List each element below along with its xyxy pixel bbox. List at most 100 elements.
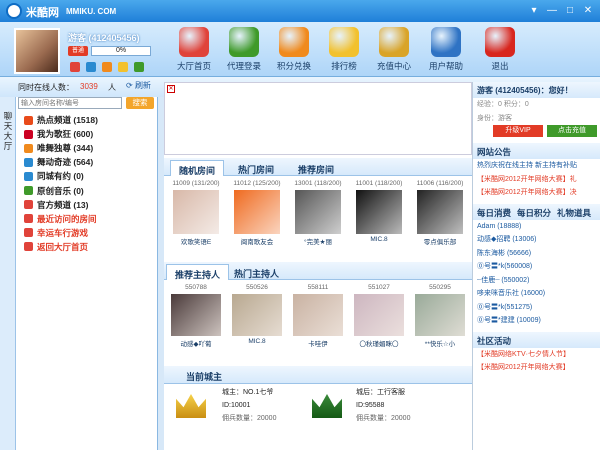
host-photo[interactable] xyxy=(415,294,465,336)
tab-recommended-rooms[interactable]: 推荐房间 xyxy=(290,160,342,176)
channel-item[interactable]: 热点频道 (1518) xyxy=(24,113,154,127)
channel-label: 返回大厅首页 xyxy=(37,241,89,252)
list-item[interactable]: Adam (18888) xyxy=(473,220,600,234)
host-card[interactable]: 558111 卡哇伊 xyxy=(290,284,346,348)
nav-button-6[interactable]: 退出 xyxy=(474,27,526,75)
room-thumbnail[interactable] xyxy=(417,190,463,234)
room-card[interactable]: 11012 (125/200) 闽南歌友会 xyxy=(229,180,285,246)
nav-button-2[interactable]: 积分兑换 xyxy=(268,27,320,75)
channel-item[interactable]: 原创音乐 (0) xyxy=(24,183,154,197)
channel-label: 最近访问的房间 xyxy=(37,213,97,224)
nav-button-1[interactable]: 代理登录 xyxy=(218,27,270,75)
room-thumbnail[interactable] xyxy=(173,190,219,234)
room-search-input[interactable] xyxy=(18,97,122,109)
tab-hot-hosts[interactable]: 热门主持人 xyxy=(226,264,287,280)
upgrade-vip-button[interactable]: 升级VIP xyxy=(493,125,543,137)
host-name[interactable]: **快乐☆小 xyxy=(412,338,468,348)
channel-panel: 聊天大厅 搜索 热点频道 (1518) 我为歌狂 (600) 唯舞独尊 (344) 舞… xyxy=(0,97,158,450)
room-name[interactable]: 欢歌笑语E xyxy=(168,236,224,246)
channel-item[interactable]: 我为歌狂 (600) xyxy=(24,127,154,141)
channel-item[interactable]: 返回大厅首页 xyxy=(24,240,154,254)
host-name[interactable]: 卡哇伊 xyxy=(290,338,346,348)
power-icon xyxy=(485,27,515,57)
gift-small-icon[interactable] xyxy=(134,62,144,72)
host-photo[interactable] xyxy=(171,294,221,336)
home-small-icon[interactable] xyxy=(70,62,80,72)
tab-daily-points[interactable]: 每日积分 xyxy=(517,207,551,218)
notice-list: 热烈庆祝在线主持 新主持有补贴 【米酷网2012开年网络大赛】礼 【米酷网2012开… xyxy=(473,159,600,200)
queen-crown-icon xyxy=(312,394,342,418)
recharge-button[interactable]: 点击充值 xyxy=(547,125,597,137)
maximize-icon[interactable]: □ xyxy=(562,3,578,18)
room-card[interactable]: 13001 (118/200) °完美★丽 xyxy=(290,180,346,246)
channel-item[interactable]: 幸运车行游戏 xyxy=(24,226,154,240)
list-item[interactable]: 【米酷网络KTV·七夕情人节】 xyxy=(473,348,600,362)
host-card[interactable]: 551027 〇秋瑾媚眯〇 xyxy=(351,284,407,348)
list-item[interactable]: ┈佳鹿┈ (550002) xyxy=(473,274,600,288)
host-name[interactable]: 〇秋瑾媚眯〇 xyxy=(351,338,407,348)
list-item[interactable]: 动感◆招聘 (13006) xyxy=(473,233,600,247)
tab-hot-rooms[interactable]: 热门房间 xyxy=(230,160,282,176)
ranking-tabs: 每日消费 每日积分 礼物道具 xyxy=(473,203,600,220)
progress-text: 0% xyxy=(115,47,127,54)
host-photo[interactable] xyxy=(354,294,404,336)
tab-gift-props[interactable]: 礼物道具 xyxy=(557,207,591,218)
tab-recommended-hosts[interactable]: 推荐主持人 xyxy=(166,264,230,280)
nav-button-3[interactable]: 排行榜 xyxy=(318,27,370,75)
host-photo[interactable] xyxy=(293,294,343,336)
room-thumbnail[interactable] xyxy=(356,190,402,234)
host-name[interactable]: MIC.8 xyxy=(229,338,285,345)
room-card[interactable]: 11001 (118/200) MIC.8 xyxy=(351,180,407,246)
room-name[interactable]: 闽南歌友会 xyxy=(229,236,285,246)
list-item[interactable]: ⓪号〓*建建 (10009) xyxy=(473,314,600,328)
refresh-button[interactable]: ⟳ 刷新 xyxy=(126,80,154,92)
room-card[interactable]: 11006 (116/200) 零点俱乐部 xyxy=(412,180,468,246)
side-tab-chat-hall[interactable]: 聊天大厅 xyxy=(0,97,16,450)
coin-small-icon[interactable] xyxy=(118,62,128,72)
bag-small-icon[interactable] xyxy=(102,62,112,72)
nav-button-0[interactable]: 大厅首页 xyxy=(168,27,220,75)
host-card[interactable]: 550788 动感◆吖葡 xyxy=(168,284,224,348)
room-name[interactable]: °完美★丽 xyxy=(290,236,346,246)
close-icon[interactable]: ✕ xyxy=(580,3,596,18)
nav-label: 大厅首页 xyxy=(176,61,211,71)
community-list: 【米酷网络KTV·七夕情人节】 【米酷网2012开年网络大赛】 xyxy=(473,348,600,375)
tab-random-rooms[interactable]: 随机房间 xyxy=(170,160,225,176)
room-name[interactable]: MIC.8 xyxy=(351,236,407,243)
room-thumbnail[interactable] xyxy=(295,190,341,234)
channel-item[interactable]: 最近访问的房间 xyxy=(24,212,154,226)
music-icon xyxy=(24,129,33,139)
host-name[interactable]: 动感◆吖葡 xyxy=(168,338,224,348)
list-item[interactable]: 【米酷网2012开年网络大赛】礼 xyxy=(473,173,600,187)
queen-id: ID:95588 xyxy=(356,402,385,409)
channel-item[interactable]: 唯舞独尊 (344) xyxy=(24,141,154,155)
community-title: 社区活动 xyxy=(477,335,512,346)
header-toolbar: 游客 (412405456) 普通 0% 大厅首页 代理登录 积分兑换 排行榜 充值中心… xyxy=(0,22,600,77)
channel-item[interactable]: 舞动奇迹 (564) xyxy=(24,155,154,169)
list-item[interactable]: 【米酷网2012开年网络大赛】 xyxy=(473,361,600,375)
channel-item[interactable]: 官方频道 (13) xyxy=(24,198,154,212)
room-thumbnail[interactable] xyxy=(234,190,280,234)
host-card[interactable]: 550295 **快乐☆小 xyxy=(412,284,468,348)
list-item[interactable]: ⓪号〓*k(551275) xyxy=(473,301,600,315)
list-item[interactable]: 热烈庆祝在线主持 新主持有补贴 xyxy=(473,159,600,173)
list-item[interactable]: 陈东海彬 (56666) xyxy=(473,247,600,261)
channel-item[interactable]: 同城有约 (0) xyxy=(24,169,154,183)
list-item[interactable]: ⓪号〓*k(560008) xyxy=(473,260,600,274)
list-item[interactable]: 【米酷网2012开年网络大赛】决 xyxy=(473,186,600,200)
room-name[interactable]: 零点俱乐部 xyxy=(412,236,468,246)
minimize-icon[interactable]: — xyxy=(544,3,560,18)
list-item[interactable]: 哆来咪音乐社 (16000) xyxy=(473,287,600,301)
host-card[interactable]: 550526 MIC.8 xyxy=(229,284,285,348)
settings-small-icon[interactable] xyxy=(86,62,96,72)
room-card[interactable]: 11009 (131/200) 欢歌笑语E xyxy=(168,180,224,246)
nav-button-4[interactable]: 充值中心 xyxy=(368,27,420,75)
menu-dropdown-icon[interactable]: ▾ xyxy=(526,3,542,18)
search-button[interactable]: 搜索 xyxy=(126,97,154,109)
nav-button-5[interactable]: 用户帮助 xyxy=(420,27,472,75)
avatar[interactable] xyxy=(14,28,60,74)
tab-daily-spending[interactable]: 每日消费 xyxy=(477,207,511,218)
profile-identity: 身份：游客 xyxy=(477,114,512,122)
logo-icon xyxy=(6,3,22,19)
host-photo[interactable] xyxy=(232,294,282,336)
